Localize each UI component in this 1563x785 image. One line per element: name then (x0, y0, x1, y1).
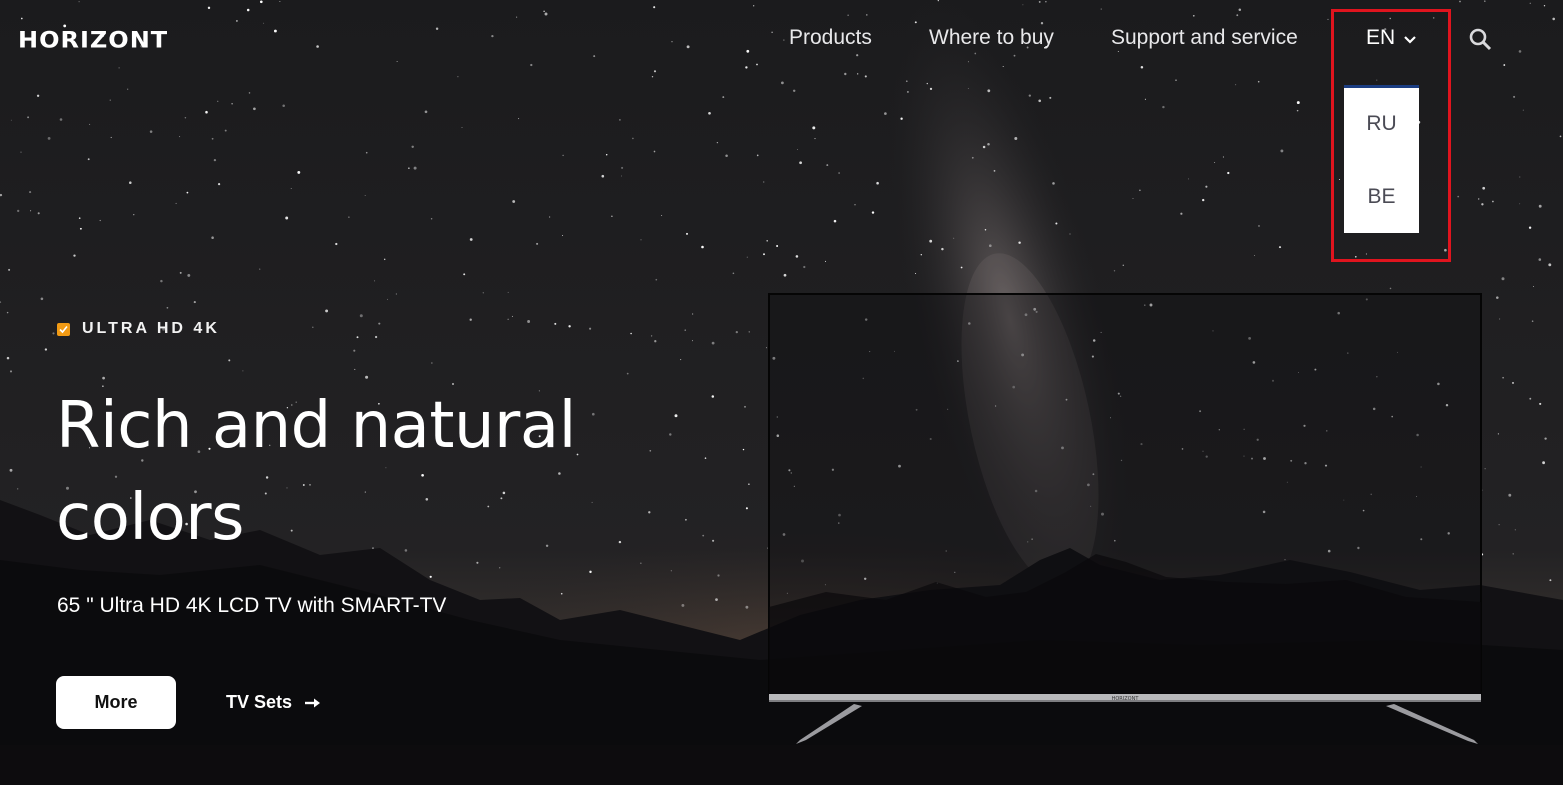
language-dropdown: RU BE (1344, 85, 1419, 233)
tv-sets-link[interactable]: TV Sets (226, 692, 322, 713)
language-option-ru[interactable]: RU (1344, 112, 1419, 136)
headline-line-2: colors (56, 481, 244, 555)
hero-subtitle: 65 " Ultra HD 4K LCD TV with SMART-TV (57, 594, 447, 617)
arrow-right-icon (305, 698, 321, 707)
badge-label: ULTRA HD 4K (82, 320, 220, 337)
product-badge: ULTRA HD 4K (57, 320, 220, 338)
tv-brand-label: HORIZONT (1112, 696, 1140, 702)
logo[interactable]: HORIZONT (18, 27, 168, 53)
language-option-be[interactable]: BE (1344, 185, 1419, 209)
more-button[interactable]: More (56, 676, 176, 729)
chevron-down-icon (1404, 35, 1416, 44)
hero-headline: Rich and natural colors (56, 380, 656, 564)
tv-product-image: HORIZONT (768, 293, 1482, 744)
nav-products[interactable]: Products (789, 26, 872, 50)
nav-where-to-buy[interactable]: Where to buy (929, 26, 1054, 50)
nav-support-and-service[interactable]: Support and service (1111, 26, 1298, 50)
language-current-label: EN (1366, 26, 1396, 49)
checkbox-icon (57, 322, 70, 336)
language-selector[interactable]: EN (1366, 26, 1417, 50)
headline-line-1: Rich and natural (56, 389, 576, 463)
search-icon[interactable] (1468, 27, 1494, 53)
tv-sets-label: TV Sets (226, 692, 293, 712)
